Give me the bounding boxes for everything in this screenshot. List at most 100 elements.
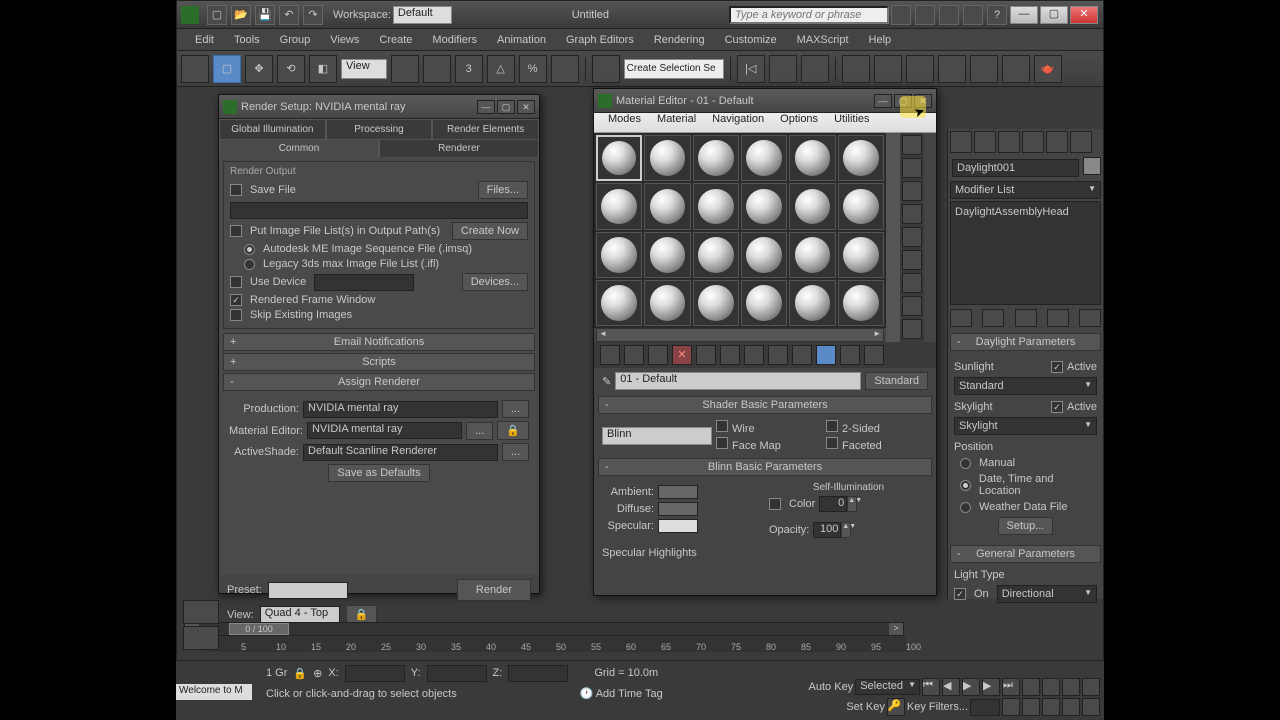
mateditor-lock-button[interactable]: 🔒 (497, 421, 529, 440)
menu-views[interactable]: Views (320, 34, 369, 46)
scripts-rollup[interactable]: +Scripts (223, 353, 535, 371)
curve-editor-icon[interactable] (842, 55, 870, 83)
manipulate-icon[interactable] (423, 55, 451, 83)
face-map-checkbox[interactable] (716, 437, 728, 449)
material-slot[interactable] (644, 135, 690, 181)
modify-tab-icon[interactable] (974, 131, 996, 153)
save-icon[interactable]: 💾 (255, 5, 275, 25)
time-slider[interactable]: < 0 / 100 > (184, 622, 904, 636)
select-icon[interactable]: ▢ (213, 55, 241, 83)
next-frame-icon[interactable]: ▶ (982, 678, 1000, 696)
viewport-layout-icon[interactable] (183, 600, 219, 624)
position-weather-radio[interactable] (960, 502, 971, 513)
current-frame-field[interactable] (970, 699, 1000, 716)
z-field[interactable] (508, 665, 568, 682)
tab-renderer[interactable]: Renderer (379, 139, 539, 157)
schematic-icon[interactable] (874, 55, 902, 83)
x-field[interactable] (345, 665, 405, 682)
display-tab-icon[interactable] (1046, 131, 1068, 153)
two-sided-checkbox[interactable] (826, 420, 838, 432)
material-slot[interactable] (596, 280, 642, 326)
general-params-rollup[interactable]: -General Parameters (950, 545, 1101, 563)
mat-menu-utilities[interactable]: Utilities (826, 113, 877, 132)
named-sel-icon[interactable] (592, 55, 620, 83)
nav-maximize-icon[interactable] (1082, 678, 1100, 696)
material-editor-icon[interactable] (906, 55, 934, 83)
tab-processing[interactable]: Processing (326, 119, 433, 139)
modifier-stack[interactable]: DaylightAssemblyHead (950, 201, 1101, 305)
key-filters-button[interactable]: Key Filters... (907, 701, 968, 713)
spinner-snap-icon[interactable] (551, 55, 579, 83)
imsq-radio[interactable] (244, 244, 255, 255)
object-name-field[interactable]: Daylight001 (952, 159, 1079, 177)
nav-orbit-icon[interactable] (1062, 678, 1080, 696)
preset-select[interactable] (268, 582, 348, 599)
setup-button[interactable]: Setup... (998, 517, 1054, 535)
light-on-checkbox[interactable] (954, 588, 966, 600)
output-path-field[interactable] (230, 202, 528, 219)
ifl-radio[interactable] (244, 259, 255, 270)
menu-maxscript[interactable]: MAXScript (787, 34, 859, 46)
time-next-button[interactable]: > (889, 623, 903, 635)
utilities-tab-icon[interactable] (1070, 131, 1092, 153)
percent-snap-icon[interactable]: % (519, 55, 547, 83)
time-slider-handle[interactable]: 0 / 100 (229, 623, 289, 635)
nav-zoom-ext-icon[interactable] (1022, 698, 1040, 716)
render-setup-icon[interactable] (938, 55, 966, 83)
redo-icon[interactable]: ↷ (303, 5, 323, 25)
sample-type-icon[interactable] (902, 135, 922, 155)
position-manual-radio[interactable] (960, 458, 971, 469)
files-button[interactable]: Files... (478, 181, 528, 199)
assign-to-sel-icon[interactable] (648, 345, 668, 365)
save-file-checkbox[interactable] (230, 184, 242, 196)
goto-start-icon[interactable]: ⏮ (922, 678, 940, 696)
skylight-type-select[interactable]: Skylight (954, 417, 1097, 435)
layers-icon[interactable] (801, 55, 829, 83)
tab-global-illumination[interactable]: Global Illumination (219, 119, 326, 139)
nav-max-vp-icon[interactable] (1082, 698, 1100, 716)
hierarchy-tab-icon[interactable] (998, 131, 1020, 153)
material-slot[interactable] (596, 183, 642, 229)
workspace-selector[interactable]: Default (393, 6, 452, 24)
light-kind-select[interactable]: Directional (997, 585, 1097, 603)
menu-rendering[interactable]: Rendering (644, 34, 715, 46)
undo-icon[interactable]: ↶ (279, 5, 299, 25)
material-slot[interactable] (644, 280, 690, 326)
faceted-checkbox[interactable] (826, 437, 838, 449)
eyedropper-icon[interactable]: ✎ (602, 375, 611, 388)
mat-menu-material[interactable]: Material (649, 113, 704, 132)
render-close-button[interactable]: ✕ (517, 100, 535, 114)
create-now-button[interactable]: Create Now (452, 222, 528, 240)
get-material-icon[interactable] (600, 345, 620, 365)
menu-create[interactable]: Create (369, 34, 422, 46)
menu-group[interactable]: Group (270, 34, 321, 46)
ambient-swatch[interactable] (658, 485, 698, 499)
devices-button[interactable]: Devices... (462, 273, 528, 291)
mirror-icon[interactable]: |◁ (737, 55, 765, 83)
goto-end-icon[interactable]: ⏭ (1002, 678, 1020, 696)
configure-icon[interactable] (1079, 309, 1101, 327)
mat-menu-navigation[interactable]: Navigation (704, 113, 772, 132)
star-icon[interactable] (939, 5, 959, 25)
put-image-list-checkbox[interactable] (230, 225, 242, 237)
skylight-active-checkbox[interactable] (1051, 401, 1063, 413)
diffuse-swatch[interactable] (658, 502, 698, 516)
unique-icon[interactable] (1015, 309, 1037, 327)
material-slot[interactable] (741, 232, 787, 278)
blinn-basic-rollup[interactable]: -Blinn Basic Parameters (598, 458, 932, 476)
menu-graph-editors[interactable]: Graph Editors (556, 34, 644, 46)
selection-set-input[interactable] (624, 59, 724, 79)
open-icon[interactable]: 📂 (231, 5, 251, 25)
material-slot[interactable] (789, 183, 835, 229)
timeline-ruler[interactable]: 0510152025303540455055606570758085909510… (206, 636, 906, 652)
render-setup-titlebar[interactable]: Render Setup: NVIDIA mental ray — ▢ ✕ (219, 95, 539, 119)
material-editor-titlebar[interactable]: Material Editor - 01 - Default — ▢ ✕ (594, 89, 936, 113)
material-slot[interactable] (596, 135, 642, 181)
help-icon[interactable]: ? (987, 5, 1007, 25)
opacity-spinner[interactable]: 100 (813, 522, 841, 538)
render-icon[interactable] (1002, 55, 1030, 83)
self-illum-color-checkbox[interactable] (769, 498, 781, 510)
material-slot[interactable] (741, 135, 787, 181)
make-preview-icon[interactable] (902, 250, 922, 270)
mat-id-icon[interactable] (768, 345, 788, 365)
